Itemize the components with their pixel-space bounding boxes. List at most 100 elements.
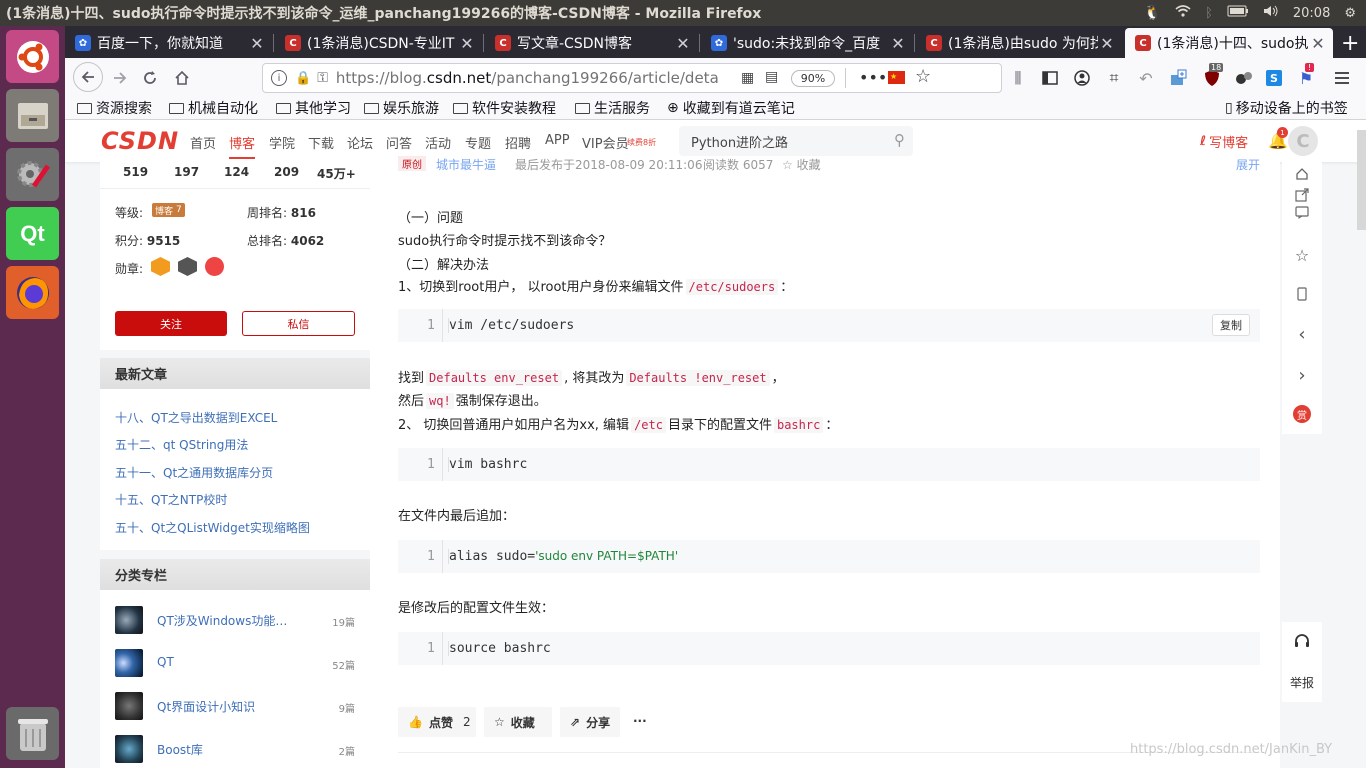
tab-baidu[interactable]: ✿ 百度一下，你就知道 ✕ (65, 28, 272, 58)
account-icon[interactable] (1069, 65, 1095, 91)
favorite-star-icon[interactable]: ☆ (1282, 235, 1322, 275)
ublock-icon[interactable]: 18 (1199, 63, 1225, 91)
code-block[interactable]: 1 vim bashrc (398, 448, 1260, 481)
mobile-bookmarks[interactable]: ▯ 移动设备上的书签 (1225, 98, 1348, 118)
category-item[interactable]: QT涉及Windows功能… 19篇 (115, 606, 355, 636)
comment-icon[interactable] (1282, 192, 1322, 232)
close-tab-icon[interactable]: ✕ (889, 34, 907, 53)
bluetooth-icon[interactable]: ᛒ (1205, 6, 1213, 21)
expand-link[interactable]: 展开 (1236, 156, 1260, 172)
author-link[interactable]: 城市最牛逼 (436, 156, 496, 172)
firefox-icon[interactable] (6, 266, 59, 319)
nav-topics[interactable]: 专题 (465, 133, 491, 152)
china-flag-icon[interactable]: ★ (888, 71, 905, 84)
lock-icon[interactable]: 🔒 (295, 71, 311, 86)
customer-service-icon[interactable] (1282, 622, 1322, 662)
reload-button[interactable] (137, 65, 163, 91)
favorite-link[interactable]: ☆ 收藏 (782, 156, 821, 172)
bookmark-folder[interactable]: 娱乐旅游 (364, 98, 439, 118)
csdn-search-input[interactable]: Python进阶之路 ⚲ (679, 126, 913, 156)
nav-qa[interactable]: 问答 (386, 133, 412, 152)
ubuntu-dash-icon[interactable] (6, 30, 59, 83)
extension-dots-icon[interactable] (1231, 65, 1257, 91)
report-button[interactable]: 举报 (1282, 662, 1322, 702)
library-icon[interactable]: ⫼ (1005, 65, 1031, 91)
back-button[interactable] (73, 62, 103, 92)
close-tab-icon[interactable]: ✕ (1309, 34, 1327, 53)
share-button[interactable]: ⇗ 分享 (560, 707, 620, 737)
undo-arrow-icon[interactable]: ↶ (1133, 65, 1159, 91)
search-icon[interactable]: ⚲ (894, 131, 905, 149)
trash-icon[interactable] (6, 707, 59, 760)
s-extension-icon[interactable]: S (1261, 65, 1287, 91)
sidebar-icon[interactable] (1037, 65, 1063, 91)
files-icon[interactable] (6, 89, 59, 142)
zoom-indicator[interactable]: 90% (791, 70, 835, 87)
bookmark-folder[interactable]: 其他学习 (276, 98, 351, 118)
bookmark-youdao[interactable]: ⊕ 收藏到有道云笔记 (667, 98, 795, 118)
forward-button[interactable] (107, 65, 133, 91)
close-tab-icon[interactable]: ✕ (458, 34, 476, 53)
category-item[interactable]: Qt界面设计小知识 9篇 (115, 692, 355, 722)
qr-code-icon[interactable]: ▦ (741, 70, 754, 86)
qt-creator-icon[interactable]: Qt (6, 207, 59, 260)
category-item[interactable]: QT 52篇 (115, 649, 355, 679)
nav-blog[interactable]: 博客 (229, 133, 256, 159)
nav-vip[interactable]: VIP会员 (582, 133, 629, 152)
more-actions-button[interactable]: ··· (633, 714, 647, 728)
bookmark-folder[interactable]: 机械自动化 (169, 98, 258, 118)
recent-article-link[interactable]: 五十、Qt之QListWidget实现缩略图 (115, 519, 310, 536)
nav-app[interactable]: APP (545, 133, 570, 148)
close-tab-icon[interactable]: ✕ (248, 34, 266, 53)
category-item[interactable]: Boost库 2篇 (115, 735, 355, 765)
mobile-view-icon[interactable] (1282, 274, 1322, 314)
recent-article-link[interactable]: 十八、QT之导出数据到EXCEL (115, 409, 277, 426)
notification-extension-icon[interactable]: ⚑ ! (1293, 63, 1319, 91)
write-blog-button[interactable]: ℓ 写博客 (1200, 132, 1248, 151)
info-icon[interactable]: i (271, 70, 287, 86)
bookmark-folder[interactable]: 软件安装教程 (453, 98, 556, 118)
bookmark-folder[interactable]: 生活服务 (575, 98, 650, 118)
recent-article-link[interactable]: 十五、QT之NTP校时 (115, 491, 227, 508)
copy-button[interactable]: 复制 (1212, 314, 1250, 336)
volume-icon[interactable] (1263, 5, 1279, 21)
close-tab-icon[interactable]: ✕ (1098, 34, 1116, 53)
reward-button[interactable]: 赏 (1282, 394, 1322, 434)
medal-persistence-icon[interactable] (178, 257, 197, 276)
page-actions-icon[interactable]: ••• (859, 68, 887, 87)
screenshot-crop-icon[interactable]: ⌗ (1101, 65, 1127, 91)
code-block[interactable]: 1 source bashrc (398, 632, 1260, 665)
csdn-logo[interactable]: CSDN (101, 127, 179, 155)
medal-creator-icon[interactable] (205, 257, 224, 276)
code-block[interactable]: 1 vim /etc/sudoers 复制 (398, 309, 1260, 342)
recent-article-link[interactable]: 五十一、Qt之通用数据库分页 (115, 464, 273, 481)
system-settings-icon[interactable] (6, 148, 59, 201)
nav-home[interactable]: 首页 (190, 133, 216, 152)
favorite-button[interactable]: ☆ 收藏 (484, 707, 552, 737)
user-avatar[interactable]: C (1288, 126, 1318, 156)
private-message-button[interactable]: 私信 (242, 311, 355, 336)
next-arrow-icon[interactable]: › (1282, 355, 1322, 395)
bookmark-folder[interactable]: 资源搜索 (77, 98, 152, 118)
download-plus-icon[interactable] (1165, 65, 1191, 91)
nav-academy[interactable]: 学院 (269, 133, 295, 152)
new-tab-button[interactable]: + (1335, 28, 1365, 58)
battery-icon[interactable] (1227, 5, 1249, 21)
nav-events[interactable]: 活动 (425, 133, 451, 152)
medal-blogger-icon[interactable] (151, 257, 170, 276)
bookmark-star-icon[interactable]: ☆ (915, 66, 931, 87)
follow-button[interactable]: 关注 (115, 311, 227, 336)
close-tab-icon[interactable]: ✕ (674, 34, 692, 53)
code-block[interactable]: 1 alias sudo='sudo env PATH=$PATH' (398, 540, 1260, 573)
tux-icon[interactable]: 🐧 (1144, 5, 1161, 21)
reader-view-icon[interactable]: ▤ (765, 69, 778, 85)
nav-forum[interactable]: 论坛 (347, 133, 373, 152)
permissions-icon[interactable]: ⚿ (317, 70, 328, 86)
tab-current-article[interactable]: C (1条消息)十四、sudo执 ✕ (1125, 28, 1333, 58)
tab-write-article[interactable]: C 写文章-CSDN博客 ✕ (485, 28, 698, 58)
wifi-icon[interactable] (1175, 5, 1191, 21)
tab-baidu-sudo[interactable]: ✿ 'sudo:未找到命令_百度 ✕ (701, 28, 913, 58)
previous-arrow-icon[interactable]: ‹ (1282, 314, 1322, 354)
tab-csdn-home[interactable]: C (1条消息)CSDN-专业IT ✕ (275, 28, 482, 58)
like-button[interactable]: 👍 点赞 2 (398, 707, 476, 737)
